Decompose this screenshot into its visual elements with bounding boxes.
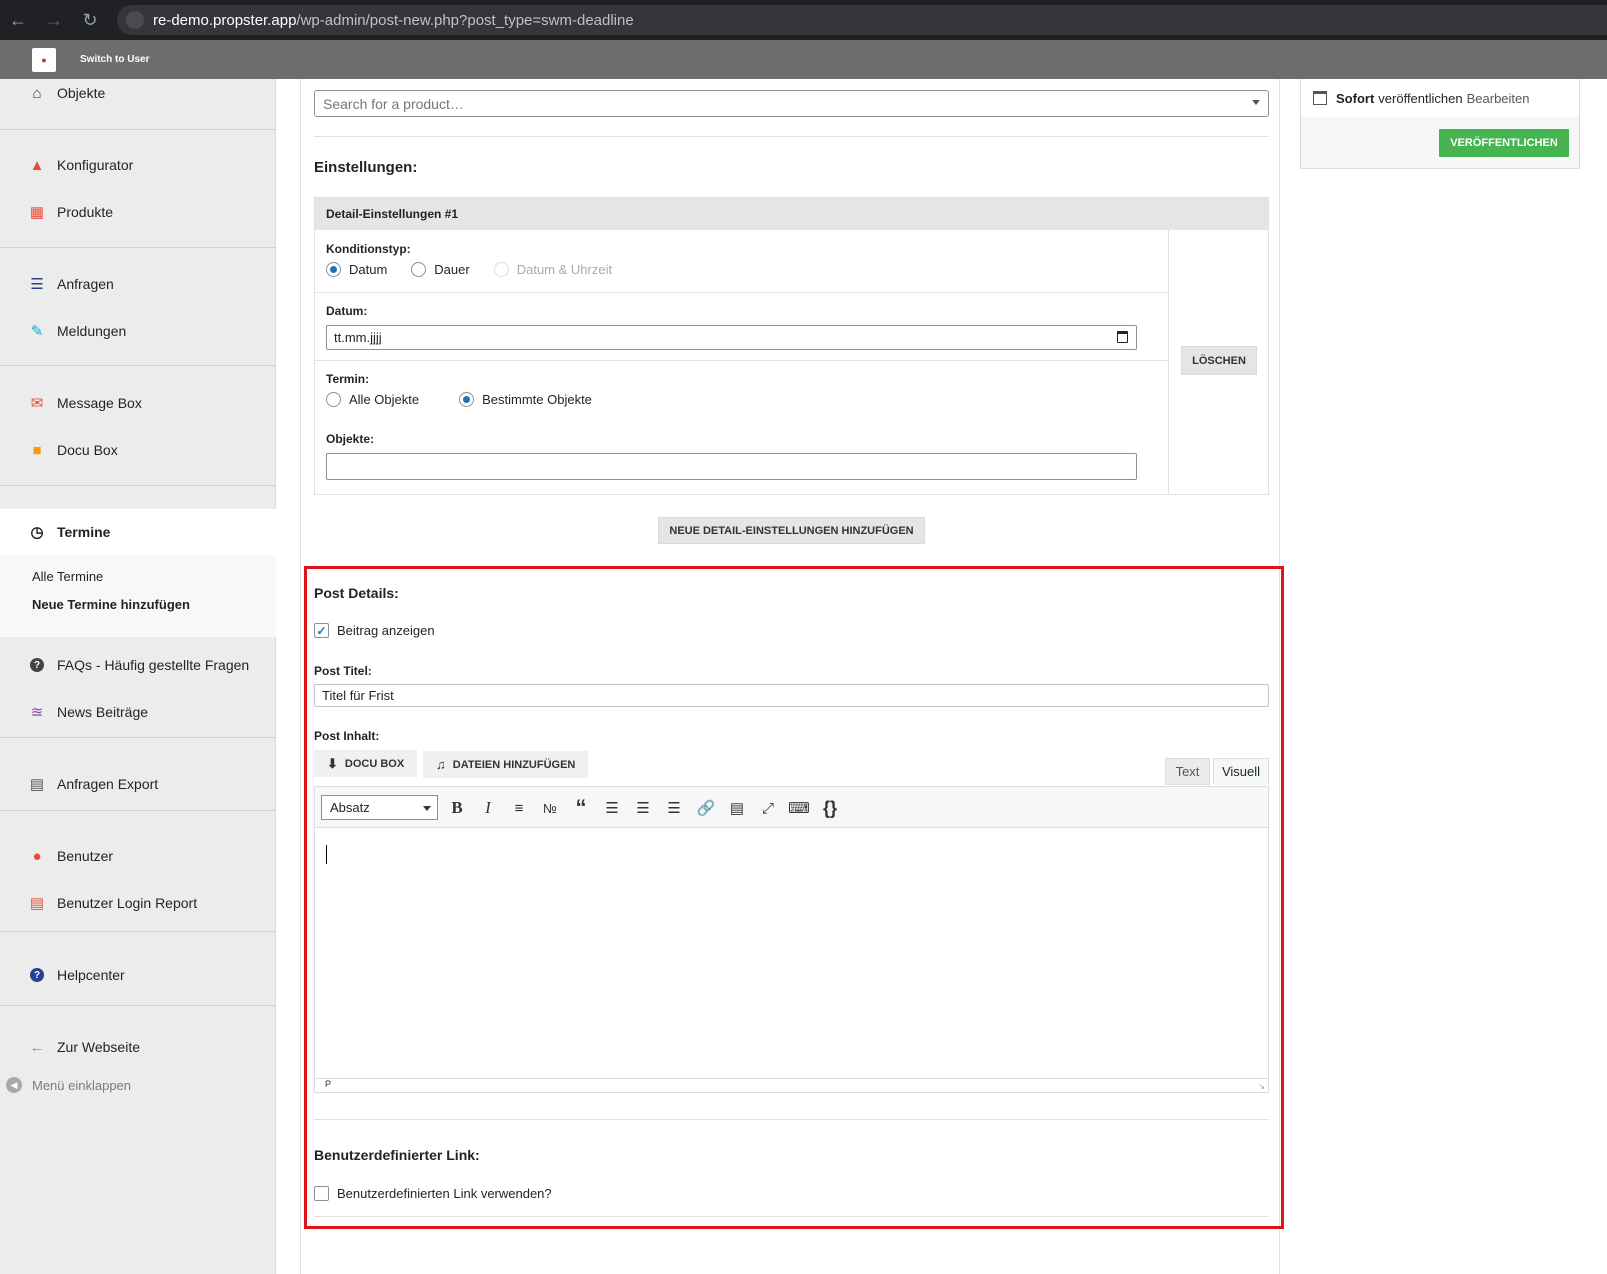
settings-title: Einstellungen: (314, 159, 418, 176)
switch-to-user-link[interactable]: Switch to User (80, 54, 149, 65)
address-bar[interactable]: re-demo.propster.app/wp-admin/post-new.p… (117, 5, 1607, 35)
rss-icon: ≊ (30, 704, 44, 721)
divider (0, 247, 276, 248)
sidebar-item-konfigurator[interactable]: ▲ Konfigurator (0, 151, 276, 179)
radio-dauer[interactable] (411, 262, 427, 277)
radio-datum[interactable] (326, 262, 341, 277)
delete-button[interactable]: LÖSCHEN (1181, 346, 1257, 375)
sidebar-item-anfragen-export[interactable]: ▤ Anfragen Export (0, 770, 276, 798)
detail-settings-header: Detail-Einstellungen #1 (315, 198, 1268, 230)
calendar-icon[interactable] (1117, 331, 1128, 343)
table-icon: ▦ (29, 204, 45, 221)
publish-button[interactable]: VERÖFFENTLICHEN (1439, 129, 1569, 157)
divider (0, 365, 276, 366)
report-icon: ▤ (29, 895, 45, 912)
divider (0, 931, 276, 932)
divider (315, 360, 1168, 361)
sidebar-item-message-box[interactable]: ✉ Message Box (0, 389, 276, 417)
document-icon: ▤ (29, 776, 45, 793)
sidebar-item-news[interactable]: ≊ News Beiträge (0, 698, 276, 726)
clock-icon: ◷ (30, 524, 44, 541)
datum-label: Datum: (326, 304, 368, 318)
detail-actions: LÖSCHEN (1168, 230, 1269, 494)
sidebar-item-docu-box[interactable]: ■ Docu Box (0, 436, 276, 464)
wp-admin-bar: ● Switch to User (0, 40, 1607, 79)
question-icon: ? (28, 656, 46, 674)
divider (314, 136, 1269, 137)
sidebar-item-faqs[interactable]: ? FAQs - Häufig gestellte Fragen (0, 651, 276, 679)
sidebar-item-benutzer[interactable]: ● Benutzer (0, 842, 276, 870)
sidebar-item-termine[interactable]: ◷ Termine (0, 509, 276, 555)
forward-icon[interactable]: → (36, 2, 72, 38)
sidebar-active-section: ◷ Termine Alle Termine Neue Termine hinzu… (0, 509, 276, 637)
folder-icon: ■ (32, 441, 42, 459)
url-path: /wp-admin/post-new.php?post_type=swm-dea… (296, 11, 634, 29)
edit-note-icon: ✎ (30, 323, 44, 340)
sidebar-item-anfragen[interactable]: ☰ Anfragen (0, 270, 276, 298)
radio-bestimmte-objekte[interactable] (459, 392, 475, 407)
divider (0, 129, 276, 130)
home-icon: ⌂ (32, 84, 42, 102)
sidebar-item-login-report[interactable]: ▤ Benutzer Login Report (0, 889, 276, 917)
termin-label: Termin: (326, 372, 370, 386)
divider (0, 485, 276, 486)
url-host: re-demo.propster.app (153, 11, 297, 29)
submenu-neue-termine[interactable]: Neue Termine hinzufügen (32, 597, 190, 612)
browser-toolbar: ← → ↻ re-demo.propster.app/wp-admin/post… (0, 0, 1607, 40)
publish-status-row: Sofort veröffentlichen Bearbeiten (1301, 79, 1579, 117)
sidebar-item-meldungen[interactable]: ✎ Meldungen (0, 317, 276, 345)
detail-settings-box: Detail-Einstellungen #1 Konditionstyp: D… (314, 197, 1269, 495)
message-icon: ✉ (30, 395, 44, 412)
divider (0, 1005, 276, 1006)
sidebar-item-helpcenter[interactable]: ? Helpcenter (0, 961, 276, 989)
konditionstyp-label: Konditionstyp: (326, 242, 411, 256)
objekte-input[interactable] (326, 453, 1137, 480)
radio-datum-uhrzeit (493, 262, 509, 277)
radio-alle-objekte[interactable] (326, 392, 341, 407)
sitemap-icon: ▲ (29, 156, 45, 174)
sidebar-item-produkte[interactable]: ▦ Produkte (0, 198, 276, 226)
submenu-alle-termine[interactable]: Alle Termine (32, 569, 103, 584)
collapse-menu-button[interactable]: ◀ Menü einklappen (0, 1071, 276, 1099)
sidebar-item-zur-webseite[interactable]: ← Zur Webseite (0, 1033, 276, 1061)
edit-schedule-link[interactable]: Bearbeiten (1467, 91, 1530, 106)
divider (0, 737, 276, 738)
chevron-down-icon (1252, 100, 1260, 105)
datum-input[interactable]: tt.mm.jjjj (326, 325, 1137, 350)
admin-sidebar: ⌂ Objekte ▲ Konfigurator ▦ Produkte ☰ Anfrag… (0, 79, 276, 1274)
termin-radio-group: Alle Objekte Bestimmte Objekte (326, 392, 616, 407)
add-detail-settings-button[interactable]: NEUE DETAIL-EINSTELLUNGEN HINZUFÜGEN (658, 517, 925, 544)
product-search-select[interactable]: Search for a product… (314, 90, 1269, 117)
site-settings-icon[interactable] (126, 11, 144, 29)
divider (315, 292, 1168, 293)
publish-box: Sofort veröffentlichen Bearbeiten VERÖFF… (1300, 79, 1580, 169)
highlight-frame (304, 566, 1284, 1229)
arrow-left-icon: ← (29, 1038, 45, 1056)
site-logo-icon[interactable]: ● (32, 47, 56, 72)
sidebar-item-objekte[interactable]: ⌂ Objekte (0, 79, 276, 107)
reload-icon[interactable]: ↻ (72, 2, 108, 38)
user-icon: ● (32, 847, 42, 865)
collapse-icon: ◀ (6, 1077, 22, 1093)
divider (0, 810, 276, 811)
help-icon: ? (28, 966, 46, 984)
objekte-label: Objekte: (326, 432, 375, 446)
back-icon[interactable]: ← (0, 2, 36, 38)
list-icon: ☰ (30, 276, 44, 293)
konditionstyp-radio-group: Datum Dauer Datum & Uhrzeit (326, 262, 636, 277)
calendar-icon (1313, 91, 1327, 105)
